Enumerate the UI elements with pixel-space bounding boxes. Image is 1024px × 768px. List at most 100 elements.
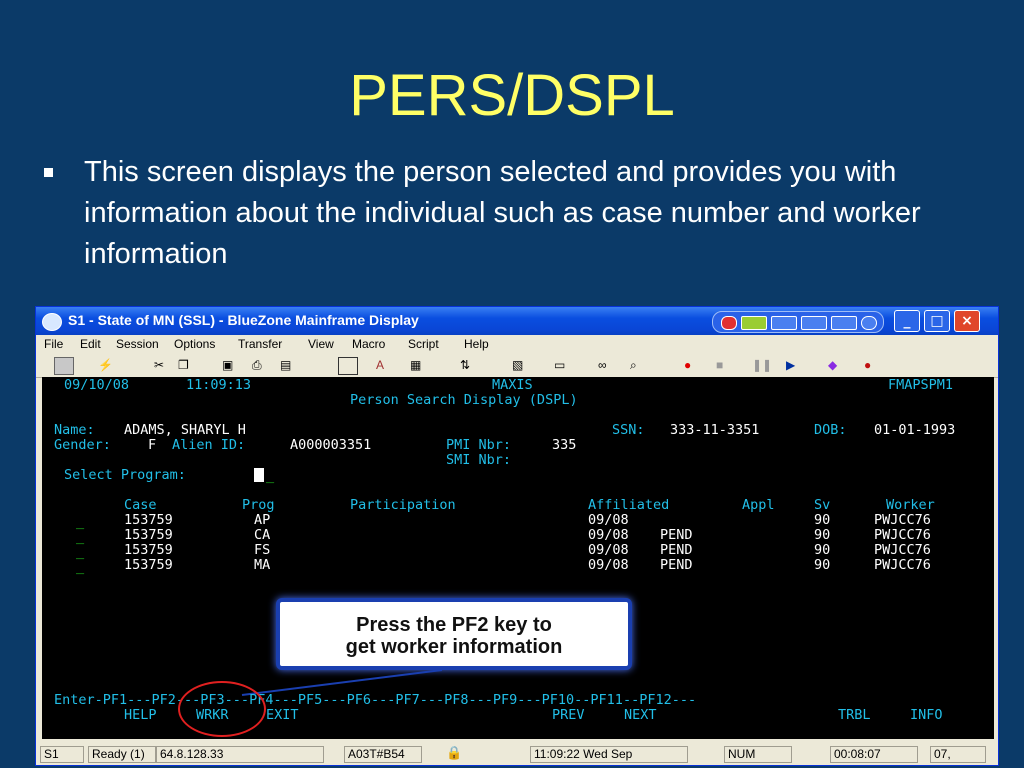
pmi-value: 335 bbox=[552, 437, 577, 453]
cut-icon[interactable]: ✂ bbox=[154, 357, 164, 373]
row-sv: 90 bbox=[814, 542, 831, 558]
pf12-info[interactable]: INFO bbox=[910, 708, 943, 723]
ssn-value: 333-11-3351 bbox=[670, 422, 760, 438]
menu-macro[interactable]: Macro bbox=[352, 337, 385, 351]
menu-script[interactable]: Script bbox=[408, 337, 439, 351]
bullet-square-icon bbox=[44, 168, 53, 177]
row-status: PEND bbox=[660, 527, 693, 543]
menu-file[interactable]: File bbox=[44, 337, 63, 351]
close-button[interactable]: × bbox=[954, 310, 980, 332]
book-icon[interactable]: ◆ bbox=[828, 357, 837, 373]
status-cursor: 07, bbox=[930, 746, 986, 763]
pf1-help[interactable]: HELP bbox=[124, 708, 157, 723]
bluezone-window: S1 - State of MN (SSL) - BlueZone Mainfr… bbox=[35, 306, 999, 766]
row-prog: FS bbox=[254, 542, 271, 558]
arrow-right-icon[interactable] bbox=[861, 316, 877, 330]
pf3-exit[interactable]: EXIT bbox=[266, 708, 299, 723]
ssn-label: SSN: bbox=[612, 422, 645, 438]
save-icon[interactable]: ▣ bbox=[222, 357, 233, 373]
clipboard-icon[interactable]: ▧ bbox=[512, 357, 523, 373]
screen-date: 09/10/08 bbox=[64, 377, 130, 393]
status-session: S1 bbox=[40, 746, 84, 763]
row-select-field[interactable]: _ bbox=[76, 515, 84, 530]
disconnect-icon[interactable]: ⚡ bbox=[98, 357, 113, 373]
transfer-icon[interactable]: ⇅ bbox=[460, 357, 470, 373]
menu-view[interactable]: View bbox=[308, 337, 334, 351]
menu-session[interactable]: Session bbox=[116, 337, 159, 351]
pin-icon[interactable] bbox=[771, 316, 797, 330]
row-sv: 90 bbox=[814, 527, 831, 543]
smi-label: SMI Nbr: bbox=[446, 452, 512, 468]
row-prog: AP bbox=[254, 512, 271, 528]
screen-time: 11:09:13 bbox=[186, 377, 252, 393]
keyboard-icon[interactable]: ▦ bbox=[410, 357, 421, 373]
col-affiliated: Affiliated bbox=[588, 497, 670, 513]
pmi-label: PMI Nbr: bbox=[446, 437, 512, 453]
eye-icon[interactable] bbox=[741, 316, 767, 330]
status-ready: Ready (1) bbox=[88, 746, 156, 763]
print-icon[interactable]: ⎙ bbox=[252, 357, 262, 373]
pf-keys-icon[interactable]: ▭ bbox=[554, 357, 565, 373]
menu-bar: File Edit Session Options Transfer View … bbox=[36, 335, 998, 353]
row-prog: CA bbox=[254, 527, 271, 543]
menu-options[interactable]: Options bbox=[174, 337, 215, 351]
apple-icon[interactable]: ● bbox=[864, 357, 871, 373]
glasses-icon[interactable]: ∞ bbox=[598, 357, 607, 373]
status-clock: 11:09:22 Wed Sep bbox=[530, 746, 688, 763]
resize-icon[interactable] bbox=[801, 316, 827, 330]
toolbar: ⚡ ✂ ❐ ▣ ⎙ ▤ A ▦ ⇅ ▧ ▭ ∞ ⌕ ● ■ ❚❚ ▶ ◆ ● bbox=[36, 353, 998, 378]
instruction-callout: Press the PF2 key to get worker informat… bbox=[276, 598, 632, 670]
row-affiliated: 09/08 bbox=[588, 557, 629, 573]
name-label: Name: bbox=[54, 422, 95, 438]
maximize-button[interactable]: □ bbox=[924, 310, 950, 332]
status-bar: S1 Ready (1) 64.8.128.33 A03T#B54 🔒 11:0… bbox=[36, 743, 998, 765]
play-icon[interactable]: ▶ bbox=[786, 357, 795, 373]
row-select-field[interactable]: _ bbox=[76, 545, 84, 560]
paste-icon[interactable]: ▤ bbox=[280, 357, 291, 373]
select-program-field[interactable]: _ bbox=[266, 469, 274, 484]
row-case: 153759 bbox=[124, 527, 173, 543]
row-affiliated: 09/08 bbox=[588, 512, 629, 528]
stop-icon[interactable]: ■ bbox=[716, 357, 723, 373]
font-icon[interactable]: A bbox=[376, 357, 384, 373]
pause-icon[interactable]: ❚❚ bbox=[752, 357, 772, 373]
pf7-prev[interactable]: PREV bbox=[552, 708, 585, 723]
menu-transfer[interactable]: Transfer bbox=[238, 337, 282, 351]
screen-id: FMAPSPM1 bbox=[888, 377, 954, 393]
copy-icon[interactable]: ❐ bbox=[178, 357, 189, 373]
alien-id-value: A000003351 bbox=[290, 437, 372, 453]
record-macro-icon[interactable]: ● bbox=[684, 357, 691, 373]
dob-label: DOB: bbox=[814, 422, 847, 438]
pf11-trbl[interactable]: TRBL bbox=[838, 708, 871, 723]
lock-icon: 🔒 bbox=[446, 745, 463, 760]
screen-title: Person Search Display (DSPL) bbox=[350, 392, 578, 408]
row-case: 153759 bbox=[124, 557, 173, 573]
system-name: MAXIS bbox=[492, 377, 533, 393]
row-worker: PWJCC76 bbox=[874, 527, 931, 543]
col-participation: Participation bbox=[350, 497, 456, 513]
minimize-button[interactable]: _ bbox=[894, 310, 920, 332]
record-icon[interactable] bbox=[721, 316, 737, 330]
terminal-screen[interactable]: 09/10/08 11:09:13 MAXIS FMAPSPM1 Person … bbox=[42, 377, 994, 739]
window-icon[interactable] bbox=[831, 316, 857, 330]
row-select-field[interactable]: _ bbox=[76, 560, 84, 575]
callout-line-1: Press the PF2 key to bbox=[356, 614, 552, 636]
menu-edit[interactable]: Edit bbox=[80, 337, 101, 351]
name-value: ADAMS, SHARYL H bbox=[124, 422, 246, 438]
window-titlebar[interactable]: S1 - State of MN (SSL) - BlueZone Mainfr… bbox=[36, 307, 998, 335]
row-case: 153759 bbox=[124, 542, 173, 558]
slide-title: PERS/DSPL bbox=[349, 63, 675, 128]
menu-help[interactable]: Help bbox=[464, 337, 489, 351]
row-sv: 90 bbox=[814, 557, 831, 573]
select-program-label: Select Program: bbox=[64, 467, 186, 483]
gender-value: F bbox=[148, 437, 157, 453]
find-icon[interactable]: ⌕ bbox=[630, 357, 637, 373]
row-select-field[interactable]: _ bbox=[76, 530, 84, 545]
display-icon[interactable] bbox=[338, 357, 358, 375]
row-sv: 90 bbox=[814, 512, 831, 528]
pf8-next[interactable]: NEXT bbox=[624, 708, 657, 723]
bluezone-app-icon[interactable] bbox=[42, 313, 62, 331]
status-elapsed: 00:08:07 bbox=[830, 746, 918, 763]
connect-icon[interactable] bbox=[54, 357, 74, 375]
col-prog: Prog bbox=[242, 497, 275, 513]
